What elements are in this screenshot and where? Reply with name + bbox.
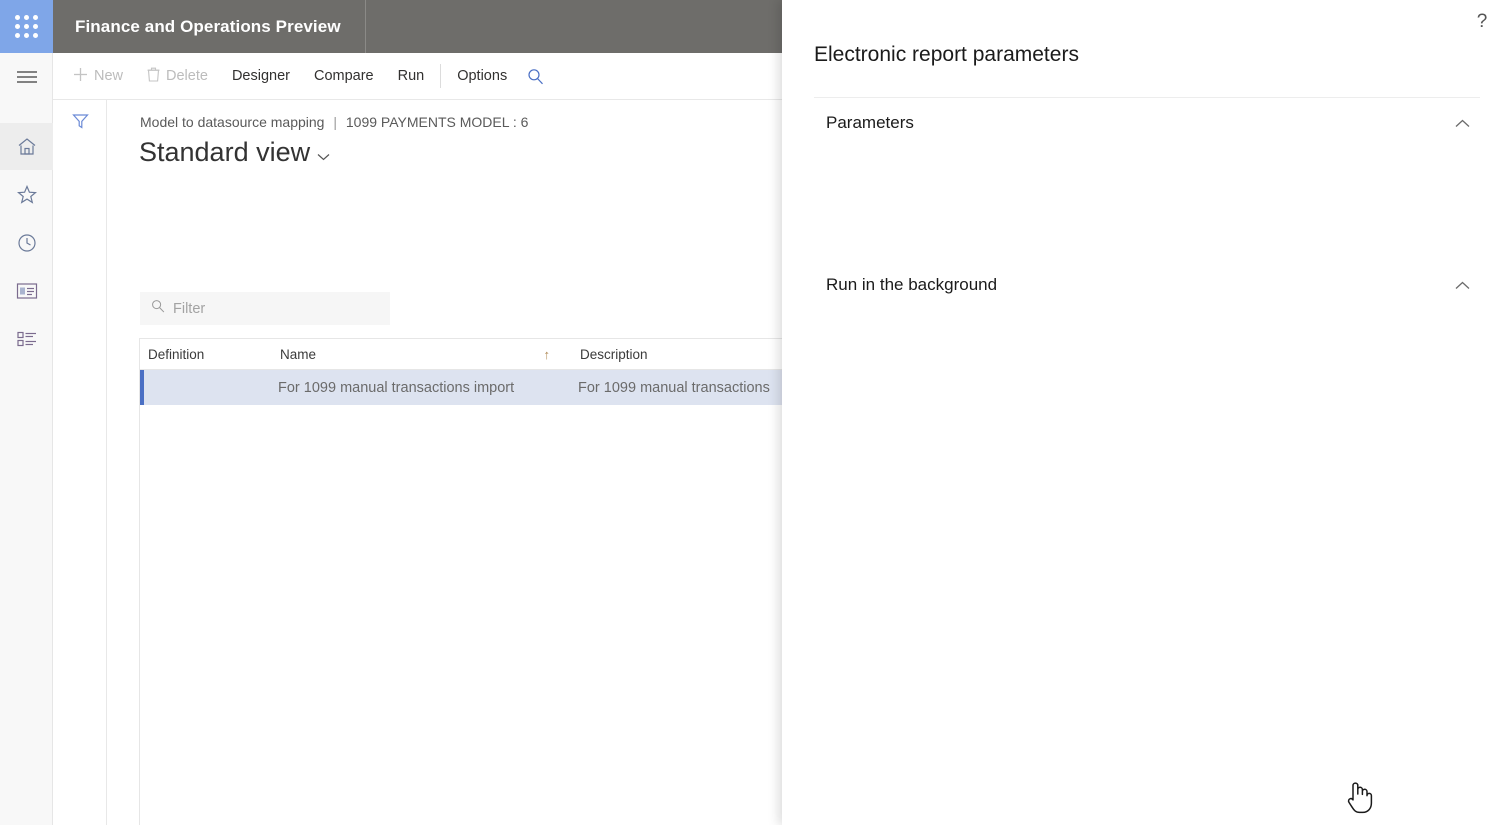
content-area: Model to datasource mapping | 1099 PAYME… — [107, 100, 782, 825]
home-icon[interactable] — [0, 123, 53, 170]
electronic-report-parameters-dialog: ? Electronic report parameters Parameter… — [782, 0, 1512, 825]
funnel-filter-icon[interactable] — [72, 113, 89, 135]
filter-input[interactable]: Filter — [140, 292, 390, 325]
options-button[interactable]: Options — [445, 53, 519, 100]
filter-placeholder: Filter — [173, 301, 205, 317]
delete-label: Delete — [166, 68, 208, 84]
filter-rail — [53, 100, 107, 825]
parameters-section-header[interactable]: Parameters — [826, 113, 1480, 133]
run-button[interactable]: Run — [386, 53, 437, 100]
background-section-title: Run in the background — [826, 275, 997, 295]
column-header-definition[interactable]: Definition — [140, 347, 272, 362]
workspaces-icon[interactable] — [0, 267, 53, 314]
designer-label: Designer — [232, 68, 290, 84]
dialog-title: Electronic report parameters — [814, 43, 1079, 67]
column-header-name-label: Name — [280, 347, 316, 362]
trash-icon — [147, 67, 160, 85]
chevron-up-icon[interactable] — [1455, 115, 1480, 132]
compare-label: Compare — [314, 68, 374, 84]
search-icon — [151, 299, 165, 318]
cell-name: For 1099 manual transactions import — [272, 380, 572, 396]
breadcrumb-separator: | — [328, 114, 342, 130]
plus-icon — [73, 67, 88, 85]
chevron-up-icon[interactable] — [1455, 277, 1480, 294]
app-title: Finance and Operations Preview — [75, 0, 341, 53]
sort-ascending-icon: ↑ — [544, 347, 551, 362]
page-title-text: Standard view — [139, 137, 310, 168]
delete-button[interactable]: Delete — [135, 53, 220, 100]
breadcrumb-item-2: 1099 PAYMENTS MODEL : 6 — [346, 114, 529, 130]
toolbar-divider — [440, 64, 441, 88]
compare-button[interactable]: Compare — [302, 53, 386, 100]
dialog-title-divider — [814, 97, 1480, 98]
chevron-down-icon — [317, 148, 330, 165]
title-divider — [365, 0, 366, 53]
background-section-header[interactable]: Run in the background — [826, 275, 1480, 295]
page-title[interactable]: Standard view — [139, 137, 330, 168]
breadcrumb: Model to datasource mapping | 1099 PAYME… — [140, 114, 528, 130]
hamburger-menu-icon[interactable] — [0, 53, 53, 100]
action-toolbar: New Delete Designer Compare Run — [53, 53, 782, 100]
app-launcher-waffle-icon[interactable] — [0, 0, 53, 53]
list-icon[interactable] — [0, 315, 53, 362]
run-label: Run — [398, 68, 425, 84]
left-navigation-rail — [0, 53, 53, 825]
star-icon[interactable] — [0, 171, 53, 218]
breadcrumb-item-1[interactable]: Model to datasource mapping — [140, 114, 324, 130]
search-icon[interactable] — [519, 53, 556, 100]
screen: Finance and Operations Preview — [0, 0, 1512, 825]
new-label: New — [94, 68, 123, 84]
designer-button[interactable]: Designer — [220, 53, 302, 100]
column-header-name[interactable]: Name ↑ — [272, 347, 572, 362]
clock-icon[interactable] — [0, 219, 53, 266]
help-question-icon[interactable]: ? — [1468, 8, 1496, 36]
new-button[interactable]: New — [61, 53, 135, 100]
options-label: Options — [457, 68, 507, 84]
waffle-dots — [15, 15, 38, 38]
parameters-section-title: Parameters — [826, 113, 914, 133]
